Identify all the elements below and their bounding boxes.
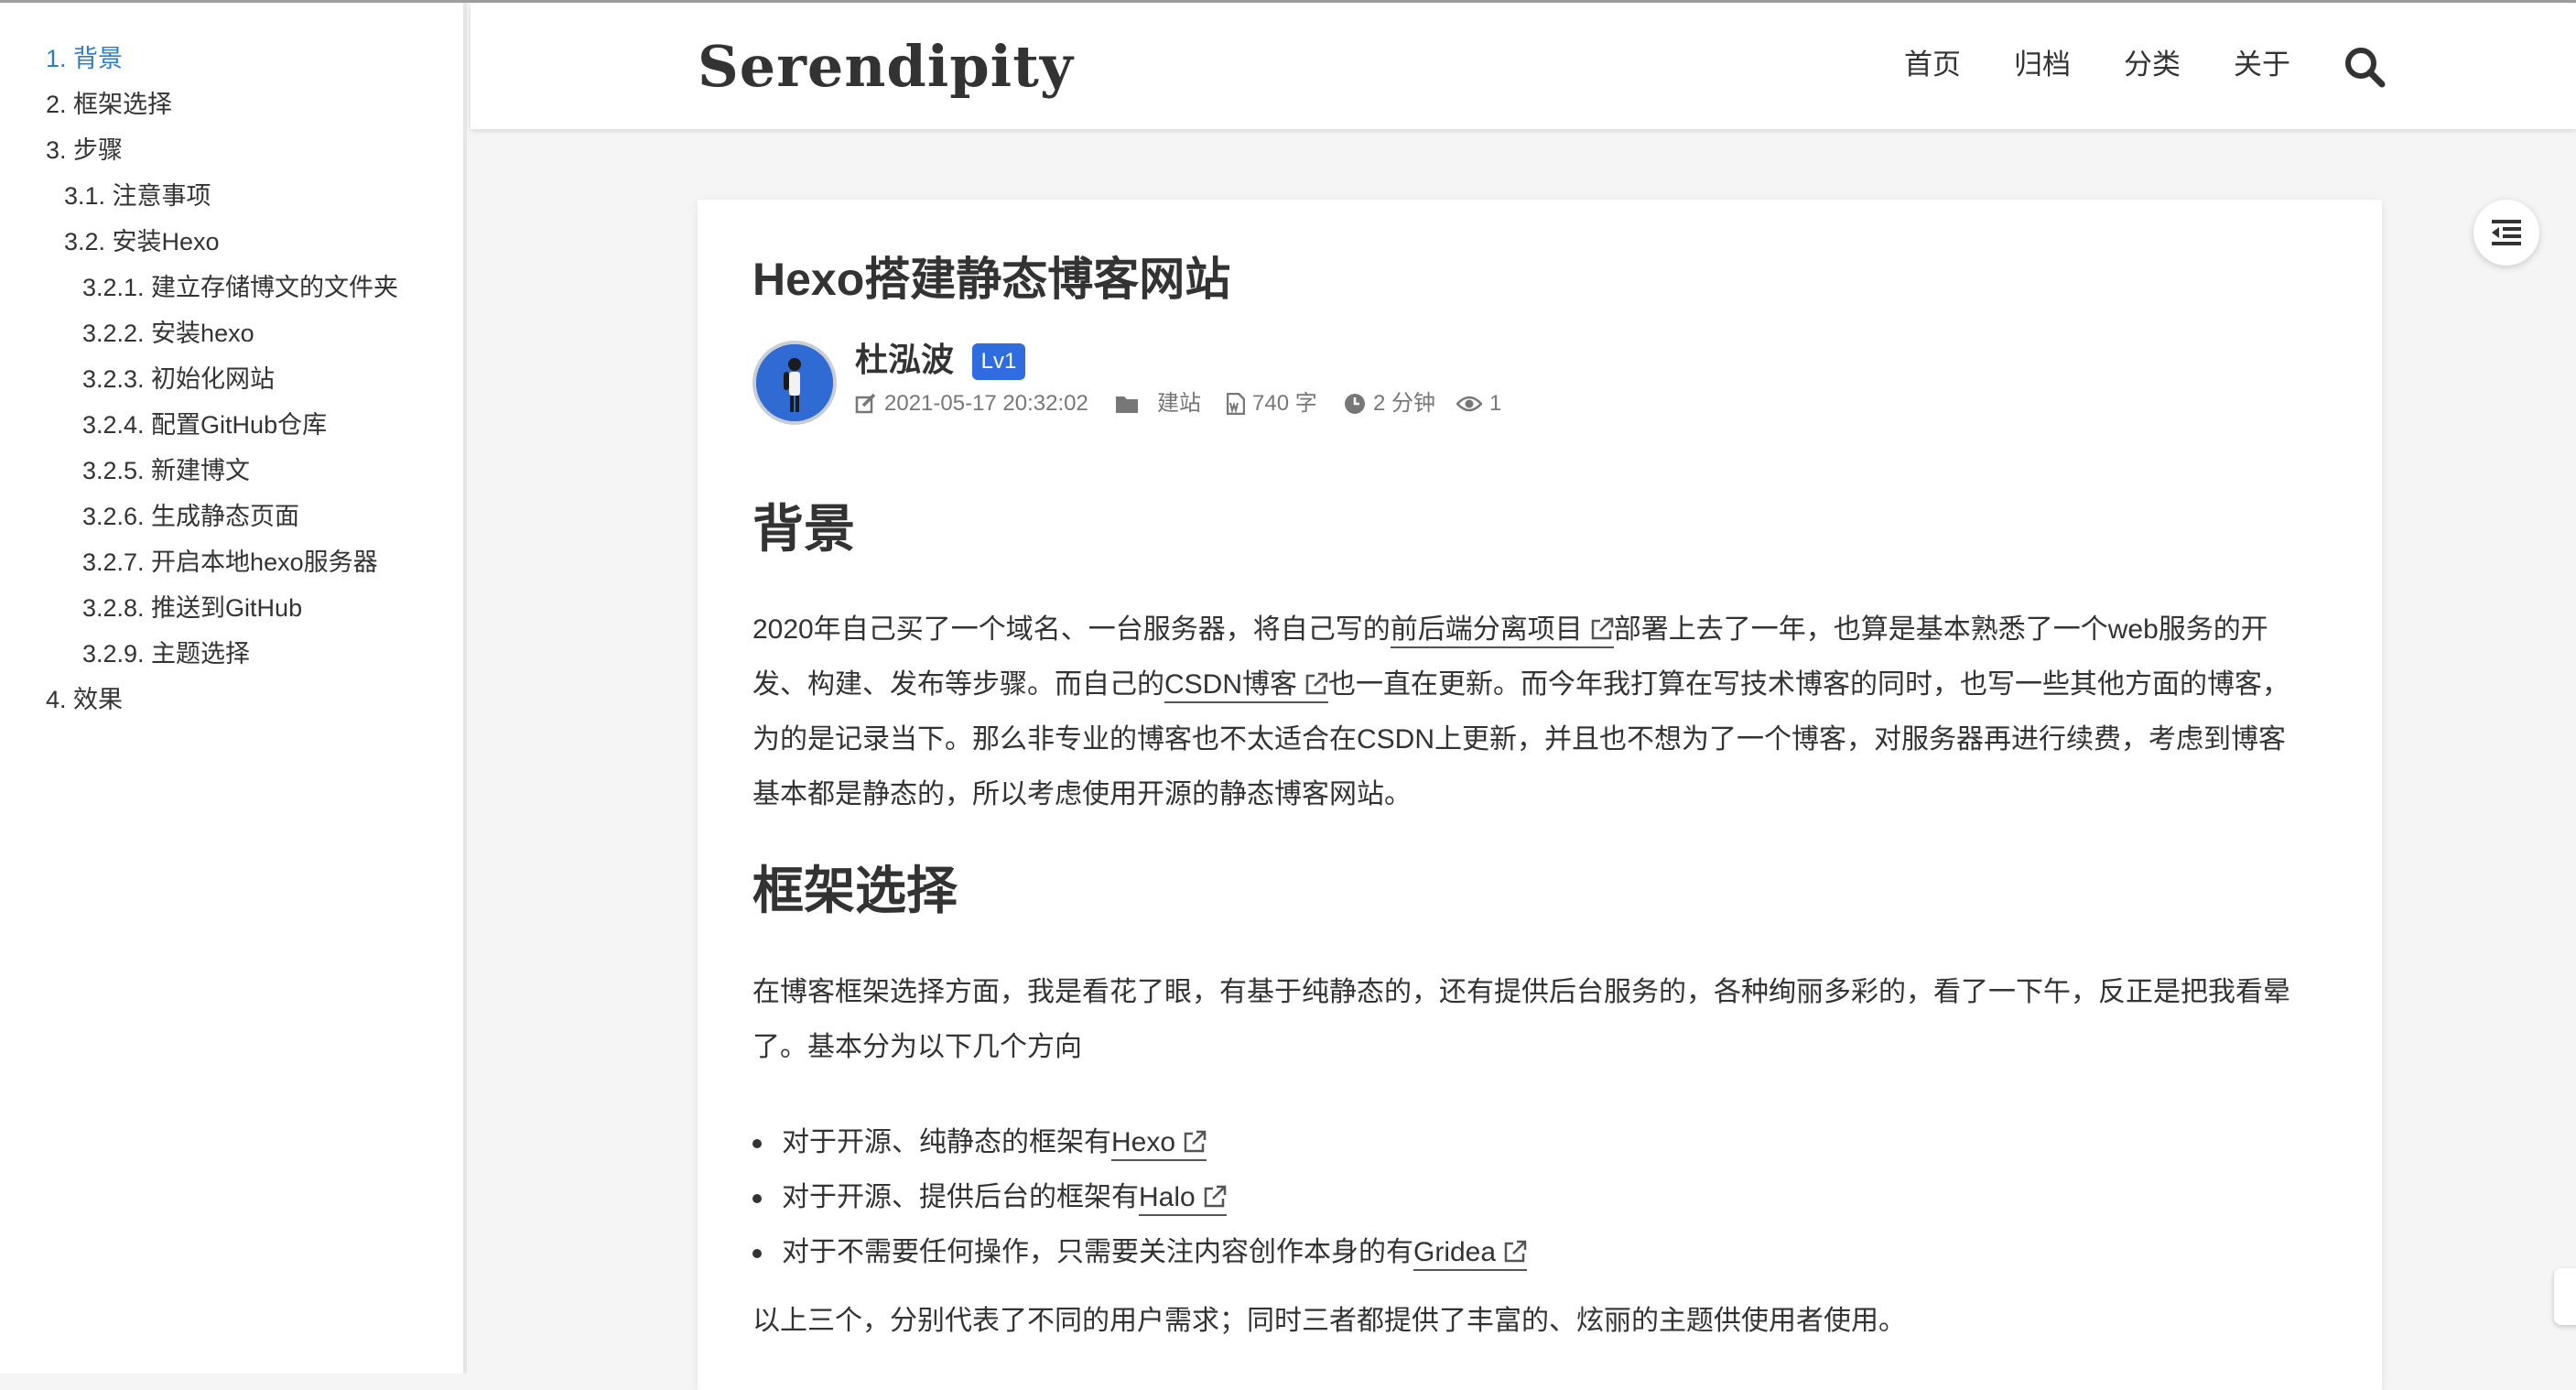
toc-item-new-post[interactable]: 3.2.5. 新建博文	[82, 454, 250, 487]
post-category-text[interactable]: 建站	[1157, 388, 1201, 419]
paragraph-framework: 在博客框架选择方面，我是看花了眼，有基于纯静态的，还有提供后台服务的，各种绚丽多…	[752, 965, 2327, 1075]
halo-link[interactable]: Halo	[1139, 1182, 1227, 1216]
toc-item-local-server[interactable]: 3.2.7. 开启本地hexo服务器	[82, 546, 378, 579]
toc-item-theme[interactable]: 3.2.9. 主题选择	[82, 637, 250, 670]
text-run: 2020年自己买了一个域名、一台服务器，将自己写的	[752, 614, 1391, 645]
side-tool-button[interactable]	[2554, 1268, 2576, 1325]
nav-archive[interactable]: 归档	[2014, 47, 2071, 83]
outdent-icon	[2492, 220, 2521, 245]
toc-item-install-hexo[interactable]: 3.2. 安装Hexo	[64, 225, 220, 258]
paragraph-summary: 以上三个，分别代表了不同的用户需求；同时三者都提供了丰富的、炫丽的主题供使用者使…	[752, 1294, 2327, 1349]
external-link-icon	[1184, 1130, 1207, 1153]
link-text[interactable]: 前后端分离项目	[1391, 614, 1583, 645]
link-text[interactable]: CSDN博客	[1164, 669, 1297, 700]
list-item: 对于不需要任何操作，只需要关注内容创作本身的有Gridea	[752, 1225, 1528, 1280]
paragraph-background: 2020年自己买了一个域名、一台服务器，将自己写的前后端分离项目 部署上去了一年，…	[752, 603, 2327, 822]
text-run: 部署上去了一年，也算是基本熟悉了一个web服务的开	[1613, 614, 2268, 645]
post-readtime-text: 2 分钟	[1373, 391, 1436, 416]
toc-item-generate[interactable]: 3.2.6. 生成静态页面	[82, 500, 299, 533]
post-views: 1	[1456, 388, 1501, 419]
nav-home[interactable]: 首页	[1904, 47, 1961, 83]
list-item: 对于开源、纯静态的框架有Hexo	[752, 1115, 1527, 1170]
text-run: 也一直在更新。而今年我打算在写技术博客的同时，也写一些其他方面的博客，	[1328, 669, 2290, 700]
edit-icon	[855, 393, 876, 414]
list-item: 对于开源、提供后台的框架有Halo	[752, 1170, 1527, 1225]
nav-about[interactable]: 关于	[2234, 47, 2290, 83]
external-link-icon	[1504, 1240, 1527, 1263]
post-date-text: 2021-05-17 20:32:02	[884, 391, 1088, 416]
hexo-link[interactable]: Hexo	[1111, 1127, 1207, 1161]
list-item-text: 对于开源、提供后台的框架有	[782, 1182, 1139, 1212]
level-badge: Lv1	[972, 343, 1025, 380]
text-run: 发、构建、发布等步骤。而自己的	[752, 669, 1164, 700]
external-link-icon	[1591, 617, 1613, 640]
external-link-icon	[1204, 1185, 1226, 1208]
link-text[interactable]: Gridea	[1413, 1237, 1496, 1267]
gridea-link[interactable]: Gridea	[1413, 1237, 1528, 1271]
paragraph-line: 为的是记录当下。那么非专业的博客也不太适合在CSDN上更新，并且也不想为了一个博…	[752, 724, 2287, 755]
file-word-icon	[1227, 393, 1245, 415]
paragraph-line: 发、构建、发布等步骤。而自己的CSDN博客 也一直在更新。而今年我打算在写技术博客…	[752, 657, 2327, 712]
post-wordcount: 740 字	[1227, 388, 1317, 419]
toc-item-create-folder[interactable]: 3.2.1. 建立存储博文的文件夹	[82, 271, 398, 304]
nav-category[interactable]: 分类	[2124, 47, 2181, 83]
toc-item-init-site[interactable]: 3.2.3. 初始化网站	[82, 363, 275, 396]
list-item-text: 对于开源、纯静态的框架有	[782, 1127, 1111, 1157]
post-date: 2021-05-17 20:32:02	[855, 388, 1088, 419]
toc-toggle-button[interactable]	[2473, 200, 2539, 266]
post-wordcount-text: 740 字	[1252, 391, 1317, 416]
link-text[interactable]: Hexo	[1111, 1127, 1175, 1157]
toc-item-install-hexo-cli[interactable]: 3.2.2. 安装hexo	[82, 317, 254, 350]
toc-item-notes[interactable]: 3.1. 注意事项	[64, 179, 211, 212]
paragraph-line: 2020年自己买了一个域名、一台服务器，将自己写的前后端分离项目 部署上去了一年，…	[752, 603, 2327, 657]
toc-item-config-github[interactable]: 3.2.4. 配置GitHub仓库	[82, 408, 327, 441]
csdn-blog-link[interactable]: CSDN博客	[1164, 669, 1329, 703]
frontend-backend-project-link[interactable]: 前后端分离项目	[1390, 614, 1614, 648]
link-text[interactable]: Halo	[1139, 1182, 1196, 1212]
post-title: Hexo搭建静态博客网站	[752, 254, 1231, 305]
paragraph-line: 在博客框架选择方面，我是看花了眼，有基于纯静态的，还有提供后台服务的，各种绚丽多…	[752, 977, 2290, 1007]
avatar[interactable]	[752, 341, 837, 425]
section-heading-framework: 框架选择	[752, 862, 958, 919]
external-link-icon	[1305, 672, 1328, 695]
post-card: Hexo搭建静态博客网站 杜泓波 Lv1 2021-05-17 20:32:02…	[698, 200, 2382, 1390]
framework-list: 对于开源、纯静态的框架有Hexo 对于开源、提供后台的框架有Halo 对于不需要…	[752, 1115, 1528, 1280]
toc-sidebar: 1. 背景 2. 框架选择 3. 步骤 3.1. 注意事项 3.2. 安装Hex…	[0, 3, 467, 1374]
eye-icon	[1456, 396, 1482, 412]
paragraph-line: 基本都是静态的，所以考虑使用开源的静态博客网站。	[752, 779, 1412, 809]
site-title[interactable]: Serendipity	[698, 30, 1074, 103]
folder-icon	[1116, 396, 1138, 413]
list-item-text: 对于不需要任何操作，只需要关注内容创作本身的有	[782, 1237, 1413, 1267]
toc-item-result[interactable]: 4. 效果	[46, 683, 123, 716]
paragraph-line: 以上三个，分别代表了不同的用户需求；同时三者都提供了丰富的、炫丽的主题供使用者使…	[752, 1306, 1906, 1336]
author-name[interactable]: 杜泓波	[855, 339, 954, 381]
section-heading-background: 背景	[752, 500, 855, 558]
site-header: Serendipity 首页 归档 分类 关于	[471, 3, 2576, 129]
paragraph-line: 了。基本分为以下几个方向	[752, 1032, 1082, 1062]
toc-item-steps[interactable]: 3. 步骤	[46, 134, 123, 167]
toc-item-framework[interactable]: 2. 框架选择	[46, 88, 172, 121]
post-readtime: 2 分钟	[1344, 388, 1435, 419]
clock-icon	[1345, 394, 1365, 414]
post-views-text: 1	[1489, 391, 1502, 416]
search-icon[interactable]	[2343, 46, 2386, 88]
post-category[interactable]: 建站	[1115, 388, 1201, 419]
toc-item-push-github[interactable]: 3.2.8. 推送到GitHub	[82, 592, 302, 624]
toc-item-background[interactable]: 1. 背景	[46, 42, 123, 75]
